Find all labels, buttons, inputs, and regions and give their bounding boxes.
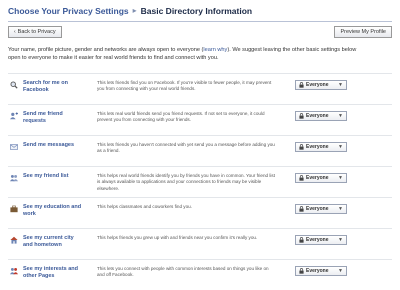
lock-icon	[299, 206, 304, 212]
chevron-down-icon: ▼	[338, 175, 343, 181]
privacy-value: Everyone	[306, 113, 329, 119]
setting-row-city-hometown: See my current city and hometown This he…	[8, 228, 392, 259]
learn-why-link[interactable]: learn why	[203, 47, 227, 53]
privacy-value: Everyone	[306, 206, 329, 212]
preview-profile-button[interactable]: Preview My Profile	[334, 26, 392, 38]
lock-icon	[299, 237, 304, 243]
lock-icon	[299, 175, 304, 181]
setting-label: Send me messages	[23, 142, 75, 148]
setting-description: This helps real world friends identify y…	[97, 173, 275, 191]
setting-description: This helps friends you grew up with and …	[97, 235, 258, 240]
privacy-value: Everyone	[306, 144, 329, 150]
setting-row-messages: Send me messages This lets friends you h…	[8, 135, 392, 166]
setting-label: See my education and work	[23, 204, 82, 217]
setting-label: Search for me on Facebook	[23, 80, 68, 93]
privacy-dropdown[interactable]: Everyone ▼	[295, 173, 347, 183]
chevron-down-icon: ▼	[338, 113, 343, 119]
setting-description: This lets friends find you on Facebook. …	[97, 80, 272, 92]
interests-icon	[10, 267, 18, 275]
setting-row-education-work: See my education and work This helps cla…	[8, 197, 392, 228]
chevron-down-icon: ▼	[338, 268, 343, 274]
setting-row-friend-list: See my friend list This helps real world…	[8, 166, 392, 197]
privacy-value: Everyone	[306, 268, 329, 274]
privacy-value: Everyone	[306, 82, 329, 88]
toolbar: ‹ Back to Privacy Preview My Profile	[8, 26, 392, 42]
setting-row-interests: See my interests and other Pages This le…	[8, 259, 392, 290]
friends-list-icon	[10, 174, 18, 182]
privacy-dropdown[interactable]: Everyone ▼	[295, 204, 347, 214]
privacy-dropdown[interactable]: Everyone ▼	[295, 235, 347, 245]
breadcrumb-separator: ▸	[132, 6, 137, 15]
lock-icon	[299, 113, 304, 119]
privacy-value: Everyone	[306, 175, 329, 181]
chevron-down-icon: ▼	[338, 82, 343, 88]
setting-description: This lets real world friends send you fr…	[97, 111, 265, 123]
privacy-value: Everyone	[306, 237, 329, 243]
page-header: Choose Your Privacy Settings ▸ Basic Dir…	[8, 0, 392, 22]
lock-icon	[299, 82, 304, 88]
setting-description: This lets friends you haven't connected …	[97, 142, 275, 154]
privacy-dropdown[interactable]: Everyone ▼	[295, 111, 347, 121]
setting-description: This helps classmates and coworkers find…	[97, 204, 192, 209]
setting-label: Send me friend requests	[23, 111, 63, 124]
privacy-dropdown[interactable]: Everyone ▼	[295, 80, 347, 90]
page-title: Basic Directory Information	[140, 5, 253, 16]
setting-description: This lets you connect with people with c…	[97, 266, 269, 278]
back-button-label: Back to Privacy	[17, 29, 56, 35]
back-arrow-icon: ‹	[14, 29, 16, 35]
breadcrumb-privacy-settings[interactable]: Choose Your Privacy Settings	[8, 6, 129, 16]
chevron-down-icon: ▼	[338, 144, 343, 150]
briefcase-icon	[10, 205, 18, 213]
add-friend-icon	[10, 112, 18, 120]
intro-text-before: Your name, profile picture, gender and n…	[8, 47, 204, 53]
lock-icon	[299, 144, 304, 150]
settings-list: Search for me on Facebook This lets frie…	[8, 73, 392, 290]
privacy-dropdown[interactable]: Everyone ▼	[295, 266, 347, 276]
privacy-dropdown[interactable]: Everyone ▼	[295, 142, 347, 152]
magnifier-icon	[10, 81, 18, 89]
lock-icon	[299, 268, 304, 274]
back-to-privacy-button[interactable]: ‹ Back to Privacy	[8, 26, 62, 38]
setting-row-search: Search for me on Facebook This lets frie…	[8, 73, 392, 104]
setting-label: See my current city and hometown	[23, 235, 74, 248]
chevron-down-icon: ▼	[338, 206, 343, 212]
chevron-down-icon: ▼	[338, 237, 343, 243]
house-icon	[10, 236, 18, 244]
intro-text: Your name, profile picture, gender and n…	[8, 46, 368, 62]
setting-row-friend-requests: Send me friend requests This lets real w…	[8, 104, 392, 135]
envelope-icon	[10, 144, 18, 150]
setting-label: See my interests and other Pages	[23, 266, 79, 279]
setting-label: See my friend list	[23, 173, 69, 179]
